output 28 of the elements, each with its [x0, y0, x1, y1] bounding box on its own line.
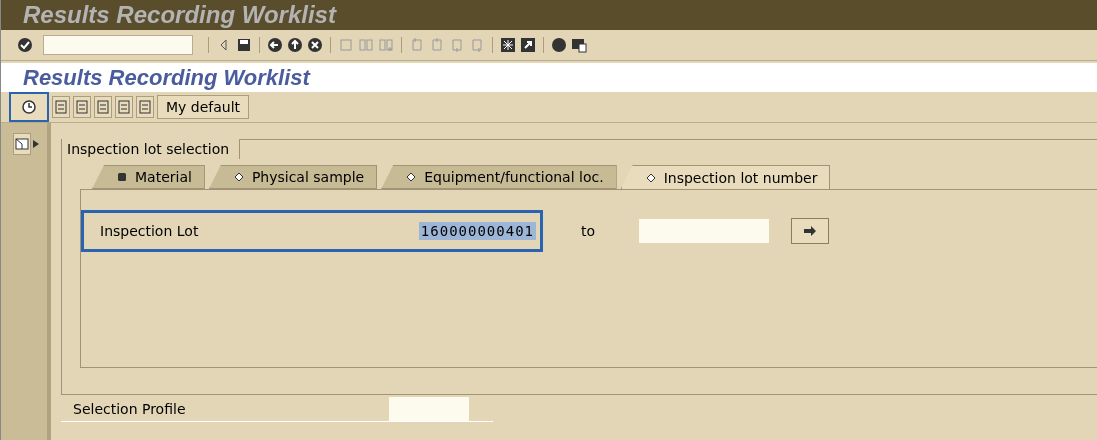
group-title: Inspection lot selection	[62, 139, 241, 159]
tab[interactable]: Physical sample	[208, 165, 378, 189]
arrow-right-icon	[803, 226, 817, 236]
multiple-selection-button[interactable]	[791, 218, 829, 244]
field-label: to	[581, 223, 597, 239]
save-icon[interactable]	[236, 37, 252, 53]
enter-icon[interactable]	[17, 37, 33, 53]
input-field[interactable]	[389, 397, 469, 421]
input-field[interactable]	[639, 219, 769, 243]
window-title: Results Recording Worklist	[23, 1, 336, 29]
command-field[interactable]	[43, 35, 193, 55]
tab[interactable]: Inspection lot number	[620, 165, 831, 189]
execute-button[interactable]	[9, 92, 49, 122]
expand-arrow-icon[interactable]	[33, 140, 39, 148]
cancel-icon[interactable]	[307, 37, 323, 53]
filter-icon[interactable]	[13, 133, 31, 155]
variant-button[interactable]: My default	[157, 95, 250, 119]
tab[interactable]: Material	[92, 165, 205, 189]
screen-title: Results Recording Worklist	[23, 64, 310, 91]
exit-icon[interactable]	[287, 37, 303, 53]
layout-menu-icon[interactable]	[571, 37, 587, 53]
tab[interactable]: Equipment/functional loc.	[381, 165, 617, 189]
clock-icon	[21, 99, 37, 115]
new-session-icon[interactable]	[500, 37, 516, 53]
back-icon[interactable]	[267, 37, 283, 53]
field-label: Selection Profile	[73, 401, 187, 417]
field-label: Inspection Lot	[100, 223, 200, 239]
shortcut-icon[interactable]	[520, 37, 536, 53]
